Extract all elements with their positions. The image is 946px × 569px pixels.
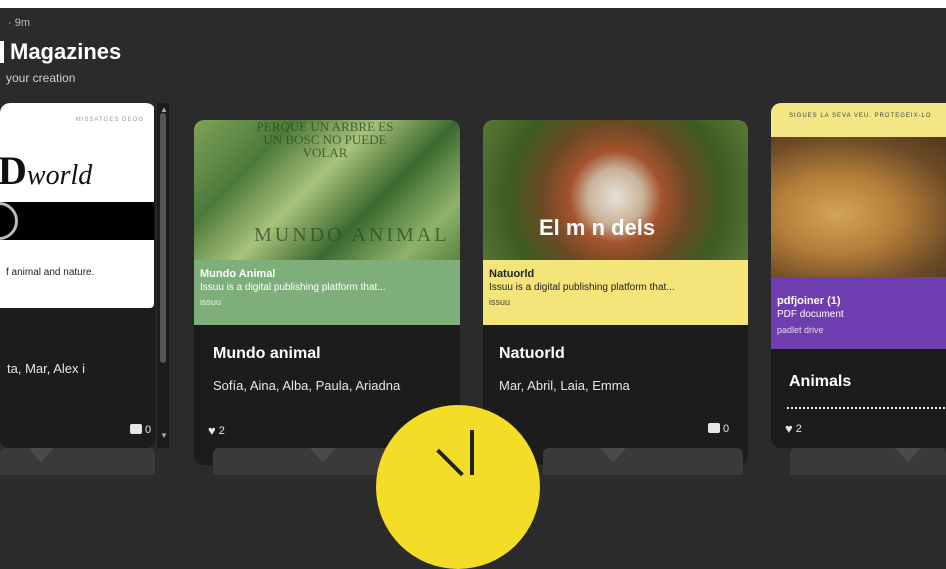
comment-count[interactable]: 0	[708, 423, 729, 435]
attachment-source: issuu	[200, 297, 222, 307]
scroll-down-icon[interactable]: ▼	[160, 431, 168, 440]
attachment-meta[interactable]: Natuorld Issuu is a digital publishing p…	[483, 260, 748, 325]
fab-mark	[470, 430, 474, 475]
post-card-1[interactable]: MISSATGES GEOO Dworld f animal and natur…	[0, 103, 156, 448]
post-title: Natuorld	[499, 345, 565, 362]
heart-icon: ♥	[208, 423, 216, 438]
attachment-source: padlet drive	[777, 325, 824, 335]
like-button[interactable]: ♥ 2	[208, 423, 225, 438]
post-card-3[interactable]: El m n dels Natuorld Issuu is a digital …	[483, 120, 748, 465]
scrollbar[interactable]: ▲ ▼	[157, 103, 169, 448]
heart-icon: ♥	[785, 421, 793, 436]
image-text: El m n dels	[539, 215, 656, 240]
attachment-title: Natuorld	[489, 268, 535, 280]
column-tab-3[interactable]	[543, 448, 743, 475]
like-button[interactable]: ♥ 2	[785, 421, 802, 436]
attachment-preview[interactable]: MISSATGES GEOO Dworld f animal and natur…	[0, 103, 154, 308]
preview-band	[0, 202, 154, 240]
image-band-text: SIGUES LA SEVA VEU. PROTEGEIX-LO	[789, 113, 932, 119]
scroll-thumb[interactable]	[160, 113, 166, 363]
post-card-4[interactable]: SIGUES LA SEVA VEU. PROTEGEIX-LO pdfjoin…	[771, 103, 946, 448]
attachment-title: pdfjoiner (1)	[777, 295, 841, 307]
attachment-desc: Issuu is a digital publishing platform t…	[489, 282, 675, 293]
attachment-meta[interactable]: Mundo Animal Issuu is a digital publishi…	[194, 260, 460, 325]
top-edge	[0, 0, 946, 8]
comment-icon	[130, 424, 142, 434]
padlet-subtitle: your creation	[6, 71, 76, 85]
post-subtitle: Mar, Abril, Laia, Emma	[499, 378, 630, 393]
image-band	[771, 103, 946, 137]
title-bar	[0, 41, 4, 63]
attachment-title: Mundo Animal	[200, 268, 276, 280]
attachment-desc: PDF document	[777, 309, 844, 320]
preview-desc: f animal and nature.	[6, 267, 95, 278]
preview-logo: Dworld	[0, 148, 93, 193]
comment-icon	[708, 423, 720, 433]
padlet-meta: · 9m	[8, 17, 31, 29]
scroll-up-icon[interactable]: ▲	[160, 105, 168, 114]
attachment-image[interactable]: SIGUES LA SEVA VEU. PROTEGEIX-LO	[771, 103, 946, 277]
image-text-bottom: MUNDO ANIMAL	[254, 224, 450, 246]
truncated-text	[787, 407, 946, 409]
chevron-down-icon[interactable]	[310, 448, 336, 462]
column-tab-1[interactable]	[0, 448, 155, 475]
column-tab-4[interactable]	[790, 448, 946, 475]
post-subtitle: Sofía, Aina, Alba, Paula, Ariadna	[213, 378, 401, 393]
post-title: Animals	[789, 373, 852, 390]
post-subtitle: ta, Mar, Alex i	[7, 361, 86, 376]
title-text: Magazines	[10, 39, 122, 64]
padlet-title: Magazines	[0, 39, 121, 65]
comment-count[interactable]: 0	[130, 424, 151, 436]
chevron-down-icon[interactable]	[28, 448, 54, 462]
attachment-desc: Issuu is a digital publishing platform t…	[200, 282, 386, 293]
attachment-meta[interactable]: pdfjoiner (1) PDF document padlet drive	[771, 277, 946, 349]
action-fab[interactable]	[376, 405, 540, 569]
image-text-top: PERQUE UN ARBRE ES UN BOSC NO PUEDE VOLA…	[256, 120, 394, 160]
chevron-down-icon[interactable]	[600, 448, 626, 462]
post-title: Mundo animal	[213, 345, 321, 362]
lion-photo	[771, 137, 946, 277]
chevron-down-icon[interactable]	[895, 448, 921, 462]
attachment-source: issuu	[489, 297, 511, 307]
preview-header: MISSATGES GEOO	[75, 117, 144, 123]
meta-time: 9m	[14, 17, 31, 29]
